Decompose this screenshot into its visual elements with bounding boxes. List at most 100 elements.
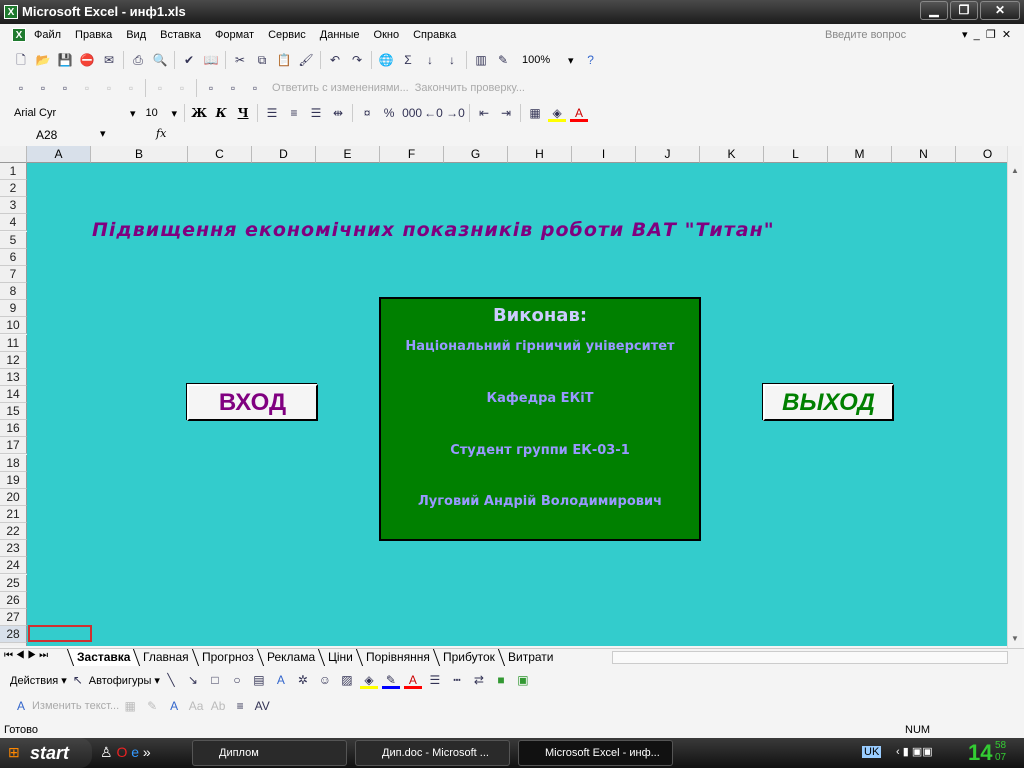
font-dropdown[interactable]: ▾ [130, 107, 136, 120]
row-header-20[interactable]: 20 [0, 488, 27, 506]
new-icon[interactable]: 🗋 [12, 51, 30, 69]
sheet-tab-0[interactable]: Заставка [66, 649, 140, 666]
currency-icon[interactable]: ¤ [358, 104, 376, 122]
row-header-2[interactable]: 2 [0, 180, 27, 198]
zoom-dropdown[interactable]: ▾ [568, 54, 574, 67]
textbox-icon[interactable]: ▤ [250, 671, 268, 689]
line-color-icon[interactable]: ✎ [381, 671, 400, 689]
picture-icon[interactable]: ▨ [338, 671, 356, 689]
alignment-icon[interactable]: ≡ [231, 697, 249, 715]
column-header-H[interactable]: H [508, 146, 572, 163]
column-header-J[interactable]: J [636, 146, 700, 163]
opera-icon[interactable]: O [116, 744, 127, 760]
column-header-F[interactable]: F [380, 146, 444, 163]
name-box-dropdown[interactable]: ▾ [100, 127, 106, 140]
increase-indent-icon[interactable]: ⇥ [497, 104, 515, 122]
sheet-tab-6[interactable]: Прибуток [432, 649, 504, 666]
chart-wizard-icon[interactable]: ▥ [472, 51, 490, 69]
row-header-26[interactable]: 26 [0, 591, 27, 609]
decrease-decimal-icon[interactable]: →0 [446, 104, 465, 122]
underline-button[interactable]: Ч [234, 104, 252, 122]
fill-color-icon[interactable]: ◈ [359, 671, 378, 689]
row-header-7[interactable]: 7 [0, 265, 27, 283]
quicklaunch-icons[interactable]: ♙ O e » [100, 744, 151, 761]
format-wordart-icon[interactable]: ✎ [143, 697, 161, 715]
sheet-tab-4[interactable]: Ціни [317, 649, 362, 666]
row-header-16[interactable]: 16 [0, 420, 27, 438]
row-header-5[interactable]: 5 [0, 231, 27, 249]
row-header-10[interactable]: 10 [0, 317, 27, 335]
select-all-corner[interactable] [0, 146, 27, 163]
sheet-tab-1[interactable]: Главная [133, 649, 199, 666]
end-review-button[interactable]: Закончить проверку... [415, 82, 525, 94]
row-header-25[interactable]: 25 [0, 574, 27, 592]
wordart-icon[interactable]: A [272, 671, 290, 689]
print-icon[interactable]: ⎙ [129, 51, 147, 69]
italic-button[interactable]: К [212, 104, 230, 122]
menu-item-1[interactable]: Правка [75, 29, 112, 41]
dash-style-icon[interactable]: ┅ [448, 671, 466, 689]
exit-button[interactable]: ВЫХОД [763, 384, 894, 421]
menu-item-5[interactable]: Сервис [268, 29, 306, 41]
row-header-21[interactable]: 21 [0, 506, 27, 523]
save-icon[interactable]: 💾 [56, 51, 74, 69]
wordart-shape-icon[interactable]: A [165, 697, 183, 715]
column-header-A[interactable]: A [27, 146, 91, 163]
sheet-tab-5[interactable]: Порівняння [355, 649, 439, 666]
insert-wordart-icon[interactable]: A [12, 697, 30, 715]
fill-color-icon[interactable]: ◈ [548, 104, 567, 122]
autoshapes-menu[interactable]: Автофигуры ▾ [89, 674, 160, 687]
doc-controls[interactable]: ▾ _ ❐ ✕ [962, 28, 1011, 41]
menu-item-2[interactable]: Вид [126, 29, 146, 41]
menu-item-6[interactable]: Данные [320, 29, 360, 41]
wordart-gallery-icon[interactable]: ▦ [121, 697, 139, 715]
oval-icon[interactable]: ○ [228, 671, 246, 689]
font-color-icon[interactable]: A [403, 671, 422, 689]
column-header-I[interactable]: I [572, 146, 636, 163]
percent-icon[interactable]: % [380, 104, 398, 122]
menu-item-7[interactable]: Окно [374, 29, 400, 41]
rectangle-icon[interactable]: □ [206, 671, 224, 689]
column-header-K[interactable]: K [700, 146, 764, 163]
decrease-indent-icon[interactable]: ⇤ [475, 104, 493, 122]
row-header-3[interactable]: 3 [0, 197, 27, 215]
tray-icons[interactable]: ‹ ▮ ▣▣ [896, 745, 933, 758]
new-comment-icon[interactable]: ▫ [12, 79, 30, 97]
row-header-4[interactable]: 4 [0, 214, 27, 232]
cut-icon[interactable]: ✂ [231, 51, 249, 69]
workbook-icon[interactable]: X [12, 28, 26, 42]
show-all-comments-icon[interactable]: ▫ [100, 79, 118, 97]
delete-ink-icon[interactable]: ▫ [173, 79, 191, 97]
print-preview-icon[interactable]: 🔍 [151, 51, 169, 69]
row-header-27[interactable]: 27 [0, 608, 27, 626]
font-name-combo[interactable]: Arial Cyr [10, 107, 130, 119]
undo-icon[interactable]: ↶ [326, 51, 344, 69]
select-objects-icon[interactable]: ↖ [69, 671, 87, 689]
spelling-icon[interactable]: ✔ [180, 51, 198, 69]
ie-icon[interactable]: e [131, 744, 139, 760]
row-header-29[interactable]: 29 [0, 643, 27, 646]
column-header-N[interactable]: N [892, 146, 956, 163]
column-header-L[interactable]: L [764, 146, 828, 163]
column-header-C[interactable]: C [188, 146, 252, 163]
research-icon[interactable]: 📖 [202, 51, 220, 69]
column-header-M[interactable]: M [828, 146, 892, 163]
scroll-up-icon[interactable]: ▲ [1011, 166, 1019, 175]
name-box[interactable]: A28 [36, 128, 57, 142]
redo-icon[interactable]: ↷ [348, 51, 366, 69]
send-icon[interactable]: ▫ [246, 79, 264, 97]
row-header-1[interactable]: 1 [0, 163, 27, 180]
vertical-text-icon[interactable]: Ab [209, 697, 227, 715]
track-changes-icon[interactable]: ▫ [202, 79, 220, 97]
row-header-12[interactable]: 12 [0, 351, 27, 369]
task-diplom[interactable]: Диплом [192, 740, 347, 766]
language-indicator[interactable]: UK [862, 746, 882, 758]
align-center-icon[interactable]: ≡ [285, 104, 303, 122]
row-header-14[interactable]: 14 [0, 385, 27, 403]
sheet-tab-2[interactable]: Прогрноз [192, 649, 263, 666]
sort-desc-icon[interactable]: ↓ [443, 51, 461, 69]
line-icon[interactable]: ╲ [162, 671, 180, 689]
column-header-G[interactable]: G [444, 146, 508, 163]
sheet-tab-3[interactable]: Реклама [256, 649, 325, 666]
sheet-tab-7[interactable]: Витрати [497, 649, 563, 666]
